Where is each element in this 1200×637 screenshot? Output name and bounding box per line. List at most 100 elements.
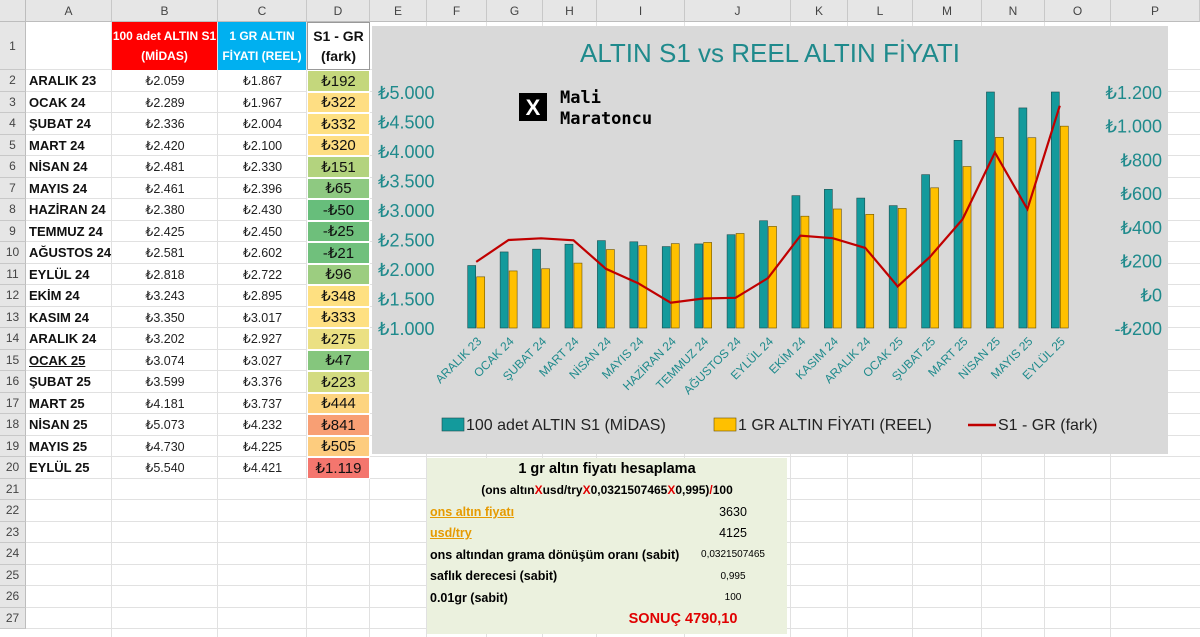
ons-value[interactable]: 3630 [688,505,778,519]
select-all-corner[interactable] [0,0,26,22]
row-header-13[interactable]: 13 [0,306,26,328]
month-cell[interactable]: MAYIS 24 [26,178,112,200]
month-cell[interactable]: ARALIK 23 [26,70,112,92]
diff-cell[interactable]: ₺275 [307,328,370,350]
diff-cell[interactable]: ₺1.119 [307,457,370,479]
row-header-8[interactable]: 8 [0,199,26,221]
month-cell[interactable]: NİSAN 24 [26,156,112,178]
column-header-l[interactable]: L [848,0,913,22]
gr-price-cell[interactable]: ₺3.017 [218,307,307,329]
diff-cell[interactable]: ₺320 [307,134,370,156]
row-header-6[interactable]: 6 [0,156,26,178]
s1-price-cell[interactable]: ₺4.730 [112,436,218,458]
diff-cell[interactable]: ₺348 [307,285,370,307]
row-header-4[interactable]: 4 [0,113,26,135]
diff-cell[interactable]: ₺332 [307,113,370,135]
gr-price-cell[interactable]: ₺3.737 [218,393,307,415]
s1-price-cell[interactable]: ₺2.380 [112,199,218,221]
row-header-27[interactable]: 27 [0,607,26,629]
header-diff[interactable]: S1 - GR (fark) [307,22,370,70]
gr-price-cell[interactable]: ₺1.867 [218,70,307,92]
column-header-a[interactable]: A [26,0,112,22]
month-cell[interactable]: AĞUSTOS 24 [26,242,112,264]
row-header-22[interactable]: 22 [0,500,26,522]
gr-price-cell[interactable]: ₺2.004 [218,113,307,135]
diff-cell[interactable]: -₺50 [307,199,370,221]
column-header-g[interactable]: G [487,0,543,22]
s1-price-cell[interactable]: ₺2.818 [112,264,218,286]
s1-price-cell[interactable]: ₺2.420 [112,135,218,157]
gr-price-cell[interactable]: ₺2.927 [218,328,307,350]
row-header-12[interactable]: 12 [0,285,26,307]
diff-cell[interactable]: ₺96 [307,263,370,285]
month-cell[interactable]: EYLÜL 24 [26,264,112,286]
diff-cell[interactable]: ₺444 [307,392,370,414]
month-cell[interactable]: KASIM 24 [26,307,112,329]
row-header-18[interactable]: 18 [0,414,26,436]
column-header-f[interactable]: F [427,0,487,22]
gr-price-cell[interactable]: ₺2.430 [218,199,307,221]
row-header-20[interactable]: 20 [0,457,26,479]
row-header-10[interactable]: 10 [0,242,26,264]
row-header-21[interactable]: 21 [0,478,26,500]
month-cell[interactable]: TEMMUZ 24 [26,221,112,243]
row-header-9[interactable]: 9 [0,220,26,242]
month-cell[interactable]: HAZİRAN 24 [26,199,112,221]
chart-object[interactable]: ALTIN S1 vs REEL ALTIN FİYATI X Mali Mar… [372,26,1168,454]
gr-price-cell[interactable]: ₺2.330 [218,156,307,178]
row-header-3[interactable]: 3 [0,91,26,113]
column-header-d[interactable]: D [307,0,370,22]
header-s1[interactable]: 100 adet ALTIN S1 (MİDAS) [112,22,217,70]
s1-price-cell[interactable]: ₺2.581 [112,242,218,264]
diff-cell[interactable]: -₺21 [307,242,370,264]
column-header-o[interactable]: O [1045,0,1111,22]
month-cell[interactable]: EKİM 24 [26,285,112,307]
row-header-23[interactable]: 23 [0,521,26,543]
s1-price-cell[interactable]: ₺2.289 [112,92,218,114]
diff-cell[interactable]: ₺47 [307,349,370,371]
gr-price-cell[interactable]: ₺2.450 [218,221,307,243]
column-header-m[interactable]: M [913,0,982,22]
diff-cell[interactable]: ₺192 [307,70,370,92]
diff-cell[interactable]: ₺505 [307,435,370,457]
s1-price-cell[interactable]: ₺2.425 [112,221,218,243]
gr-price-cell[interactable]: ₺4.232 [218,414,307,436]
column-header-e[interactable]: E [370,0,427,22]
gr-price-cell[interactable]: ₺2.396 [218,178,307,200]
row-header-17[interactable]: 17 [0,392,26,414]
column-header-p[interactable]: P [1111,0,1200,22]
column-header-n[interactable]: N [982,0,1045,22]
diff-cell[interactable]: ₺223 [307,371,370,393]
s1-price-cell[interactable]: ₺5.073 [112,414,218,436]
month-cell[interactable]: OCAK 24 [26,92,112,114]
row-header-24[interactable]: 24 [0,543,26,565]
month-cell[interactable]: EYLÜL 25 [26,457,112,479]
gr-price-cell[interactable]: ₺1.967 [218,92,307,114]
row-header-5[interactable]: 5 [0,134,26,156]
gr-price-cell[interactable]: ₺3.027 [218,350,307,372]
gr-price-cell[interactable]: ₺4.421 [218,457,307,479]
s1-price-cell[interactable]: ₺3.599 [112,371,218,393]
column-header-j[interactable]: J [685,0,791,22]
row-header-11[interactable]: 11 [0,263,26,285]
column-header-i[interactable]: I [597,0,685,22]
s1-price-cell[interactable]: ₺2.481 [112,156,218,178]
month-cell[interactable]: ŞUBAT 25 [26,371,112,393]
month-cell[interactable]: MART 25 [26,393,112,415]
column-header-h[interactable]: H [543,0,597,22]
gr-price-cell[interactable]: ₺3.376 [218,371,307,393]
diff-cell[interactable]: ₺151 [307,156,370,178]
month-cell[interactable]: MAYIS 25 [26,436,112,458]
s1-price-cell[interactable]: ₺2.059 [112,70,218,92]
row-header-2[interactable]: 2 [0,70,26,92]
usd-value[interactable]: 4125 [688,526,778,540]
row-header-16[interactable]: 16 [0,371,26,393]
s1-price-cell[interactable]: ₺5.540 [112,457,218,479]
row-header-7[interactable]: 7 [0,177,26,199]
diff-cell[interactable]: ₺65 [307,177,370,199]
s1-price-cell[interactable]: ₺3.074 [112,350,218,372]
header-gr[interactable]: 1 GR ALTIN FİYATI (REEL) [218,22,306,70]
diff-cell[interactable]: -₺25 [307,220,370,242]
row-header-26[interactable]: 26 [0,586,26,608]
diff-cell[interactable]: ₺322 [307,91,370,113]
